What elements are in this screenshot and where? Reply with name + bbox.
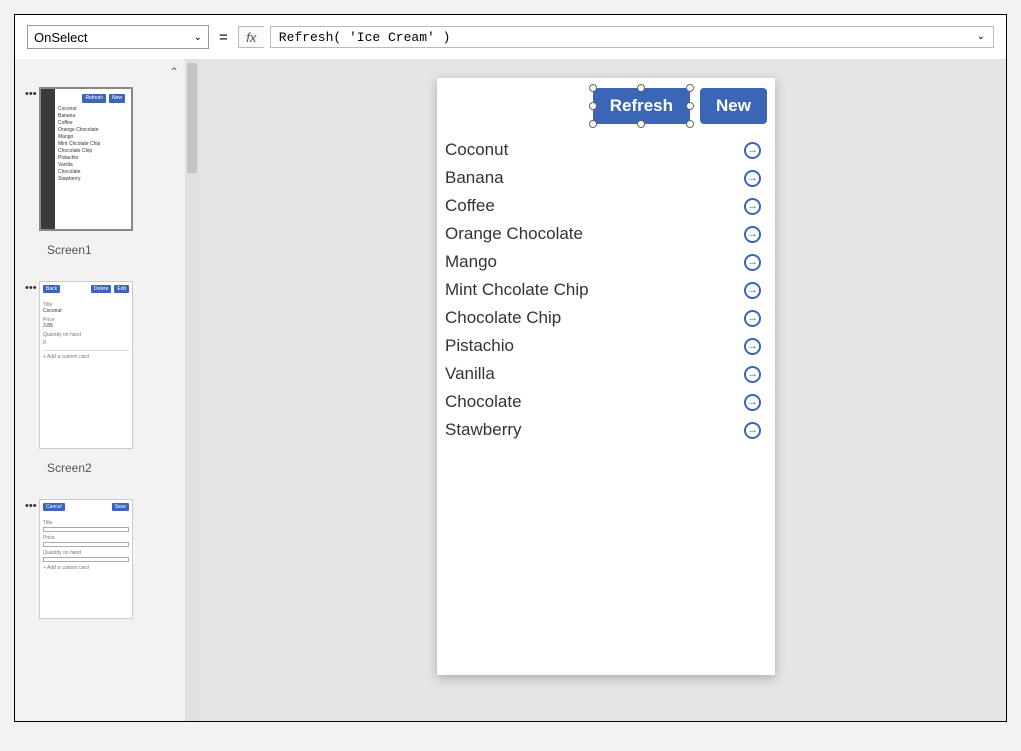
- resize-handle-ne[interactable]: [686, 84, 694, 92]
- thumbnail-screen3[interactable]: Cancel Save Title Price Quantity on hand…: [39, 499, 133, 619]
- mini-new-button: New: [109, 94, 125, 103]
- arrow-right-icon[interactable]: →: [744, 226, 761, 243]
- thumbnail-scrollbar[interactable]: [185, 59, 199, 721]
- fx-icon[interactable]: fx: [238, 26, 264, 48]
- list-item[interactable]: Orange Chocolate→: [445, 220, 761, 248]
- arrow-right-icon[interactable]: →: [744, 422, 761, 439]
- screen-thumbnail-rail: ⌃ ••• Refresh New Coconut Banana: [15, 59, 185, 721]
- arrow-right-icon[interactable]: →: [744, 310, 761, 327]
- thumbnail-caption: Screen2: [47, 461, 175, 475]
- arrow-right-icon[interactable]: →: [744, 338, 761, 355]
- thumb-menu-icon[interactable]: •••: [25, 499, 35, 512]
- refresh-button[interactable]: Refresh: [594, 89, 689, 123]
- arrow-right-icon[interactable]: →: [744, 366, 761, 383]
- chevron-down-icon: ⌄: [977, 31, 985, 43]
- list-item[interactable]: Chocolate Chip→: [445, 304, 761, 332]
- equals-sign: =: [215, 29, 232, 46]
- list-item[interactable]: Pistachio→: [445, 332, 761, 360]
- thumbnail-screen2[interactable]: Back Delete Edit Title Coconut Price 3.8…: [39, 281, 133, 449]
- resize-handle-w[interactable]: [589, 102, 597, 110]
- arrow-right-icon[interactable]: →: [744, 170, 761, 187]
- arrow-right-icon[interactable]: →: [744, 394, 761, 411]
- resize-handle-e[interactable]: [686, 102, 694, 110]
- list-item[interactable]: Mango→: [445, 248, 761, 276]
- property-selector[interactable]: OnSelect ⌄: [27, 25, 209, 49]
- scrollbar-thumb[interactable]: [187, 63, 197, 173]
- list-item[interactable]: Stawberry→: [445, 416, 761, 444]
- resize-handle-nw[interactable]: [589, 84, 597, 92]
- formula-bar: OnSelect ⌄ = fx Refresh( 'Ice Cream' ) ⌄: [15, 15, 1006, 59]
- list-item[interactable]: Banana→: [445, 164, 761, 192]
- formula-input[interactable]: Refresh( 'Ice Cream' ) ⌄: [270, 26, 994, 48]
- list-item[interactable]: Coconut→: [445, 136, 761, 164]
- refresh-button-selected[interactable]: Refresh: [593, 88, 690, 124]
- formula-text: Refresh( 'Ice Cream' ): [279, 30, 451, 45]
- gallery-list: Coconut→ Banana→ Coffee→ Orange Chocolat…: [437, 134, 775, 444]
- app-screen: Refresh New Coconut→ Banana→: [437, 78, 775, 675]
- arrow-right-icon[interactable]: →: [744, 282, 761, 299]
- list-item[interactable]: Coffee→: [445, 192, 761, 220]
- list-item[interactable]: Chocolate→: [445, 388, 761, 416]
- thumb-menu-icon[interactable]: •••: [25, 87, 35, 100]
- arrow-right-icon[interactable]: →: [744, 198, 761, 215]
- collapse-chevron-icon[interactable]: ⌃: [169, 65, 179, 79]
- thumb-menu-icon[interactable]: •••: [25, 281, 35, 294]
- mini-refresh-button: Refresh: [82, 94, 106, 103]
- resize-handle-s[interactable]: [637, 120, 645, 128]
- property-selector-value: OnSelect: [34, 30, 87, 45]
- canvas: Refresh New Coconut→ Banana→: [199, 59, 1006, 721]
- arrow-right-icon[interactable]: →: [744, 254, 761, 271]
- thumbnail-caption: Screen1: [47, 243, 175, 257]
- arrow-right-icon[interactable]: →: [744, 142, 761, 159]
- resize-handle-se[interactable]: [686, 120, 694, 128]
- list-item[interactable]: Vanilla→: [445, 360, 761, 388]
- list-item[interactable]: Mint Chcolate Chip→: [445, 276, 761, 304]
- thumbnail-screen1[interactable]: Refresh New Coconut Banana Coffee Orange…: [39, 87, 133, 231]
- resize-handle-sw[interactable]: [589, 120, 597, 128]
- chevron-down-icon: ⌄: [194, 32, 202, 43]
- new-button[interactable]: New: [700, 88, 767, 124]
